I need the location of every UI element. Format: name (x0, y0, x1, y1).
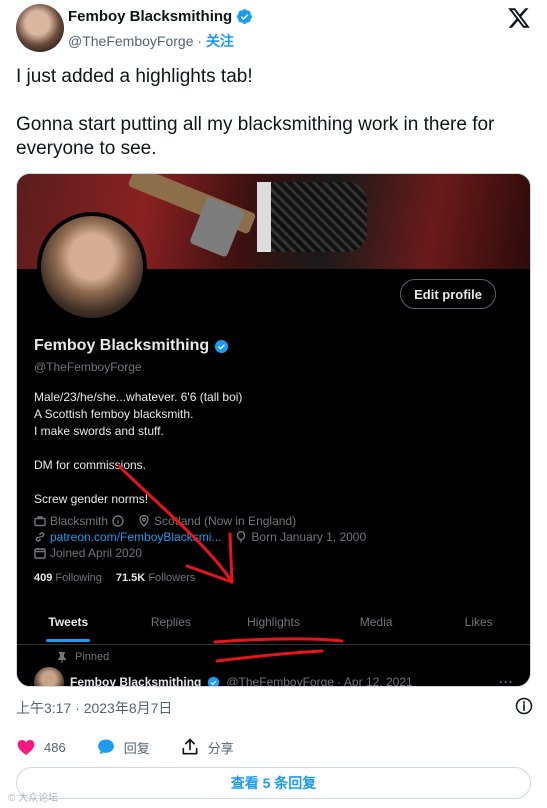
info-icon[interactable] (515, 697, 533, 715)
reply-label: 回复 (123, 740, 150, 756)
tweet-paragraph-1: I just added a highlights tab! (16, 66, 253, 87)
balloon-icon (237, 531, 246, 543)
followers-count: 71.5K (115, 572, 146, 584)
profile-tabs: Tweets Replies Highlights Media Likes (17, 609, 530, 645)
pinned-label-row: Pinned (57, 651, 109, 663)
calendar-icon (34, 548, 46, 559)
profile-avatar (37, 212, 147, 322)
share-icon (182, 738, 198, 755)
profile-name-row: Femboy Blacksmithing (34, 337, 229, 355)
birthday: Born January 1, 2000 (251, 530, 367, 544)
profile-bio: Male/23/he/she...whatever. 6'6 (tall boi… (34, 389, 484, 508)
tweet-timestamp[interactable]: 上午3:17 · 2023年8月7日 (16, 698, 172, 718)
briefcase-icon (34, 516, 46, 527)
patreon-link: patreon.com/FemboyBlacksmi... (50, 530, 222, 544)
profile-handle: @TheFemboyForge (34, 360, 142, 374)
tab-media: Media (359, 615, 393, 629)
pin-icon (58, 651, 66, 663)
profile-name: Femboy Blacksmithing (34, 337, 210, 354)
bio-line: Screw gender norms! (34, 492, 149, 506)
author-handle[interactable]: @TheFemboyForge (68, 33, 193, 49)
location-pin-icon (139, 515, 149, 527)
like-button[interactable]: 486 (16, 737, 66, 757)
view-replies-button[interactable]: 查看 5 条回复 (16, 767, 531, 799)
bio-line: A Scottish femboy blacksmith. (34, 407, 194, 421)
following-label: Following (55, 572, 102, 584)
joined-date: Joined April 2020 (50, 546, 143, 560)
tab-highlights: Highlights (247, 615, 300, 629)
author-avatar[interactable] (16, 4, 64, 52)
separator-dot: · (197, 33, 203, 49)
tab-likes: Likes (464, 615, 493, 629)
more-icon: ··· (499, 675, 514, 687)
pinned-tweet-name: Femboy Blacksmithing (70, 675, 202, 687)
bio-line: DM for commissions. (34, 458, 147, 472)
x-logo-icon[interactable] (507, 6, 531, 30)
author-name[interactable]: Femboy Blacksmithing (68, 8, 232, 25)
profession: Blacksmith (50, 514, 109, 528)
tweet-media-image[interactable]: Edit profile Femboy Blacksmithing @TheFe… (16, 173, 531, 687)
tab-tweets: Tweets (17, 609, 120, 644)
following-count: 409 (34, 572, 53, 584)
tab-replies: Replies (150, 615, 191, 629)
tweet-paragraph-2: Gonna start putting all my blacksmithing… (16, 114, 495, 159)
pinned-tweet-avatar (34, 667, 64, 686)
author-name-row[interactable]: Femboy Blacksmithing (68, 8, 253, 25)
followers-label: Followers (148, 572, 196, 584)
annotation-underline-2 (215, 649, 324, 663)
watermark: © 大众论坛 (8, 793, 59, 804)
banner-stocking-stripe (257, 182, 271, 252)
profile-verified-icon (215, 339, 229, 353)
pinned-label: Pinned (75, 651, 110, 663)
bio-line (34, 440, 484, 457)
reply-bubble-icon (97, 739, 114, 755)
link-icon (35, 532, 45, 542)
follow-counts: 409 Following 71.5K Followers (34, 572, 195, 584)
verified-badge-icon (237, 9, 253, 24)
pinned-verified-icon (208, 676, 220, 686)
bio-line: Male/23/he/she...whatever. 6'6 (tall boi… (34, 390, 243, 404)
tweet-actions: 486 回复 分享 (16, 737, 234, 757)
reply-button[interactable]: 回复 (96, 737, 150, 757)
profile-meta: Blacksmith Scotland (Now in England) pat… (34, 513, 504, 561)
bio-line: I make swords and stuff. (34, 424, 164, 438)
bio-line (34, 474, 484, 491)
location: Scotland (Now in England) (154, 514, 297, 528)
tweet-text: I just added a highlights tab! Gonna sta… (16, 65, 531, 185)
edit-profile-button: Edit profile (400, 279, 496, 309)
like-count: 486 (44, 739, 66, 755)
share-button[interactable]: 分享 (180, 737, 234, 757)
follow-button[interactable]: 关注 (206, 33, 234, 49)
pinned-tweet: Femboy Blacksmithing @TheFemboyForge · A… (34, 667, 514, 687)
heart-icon (17, 740, 35, 755)
pinned-tweet-handle-date: @TheFemboyForge · Apr 12, 2021 (226, 675, 413, 687)
banner-stocking (257, 182, 367, 252)
info-small-icon (112, 515, 124, 527)
share-label: 分享 (207, 740, 234, 756)
author-handle-row: @TheFemboyForge · 关注 (68, 31, 234, 51)
